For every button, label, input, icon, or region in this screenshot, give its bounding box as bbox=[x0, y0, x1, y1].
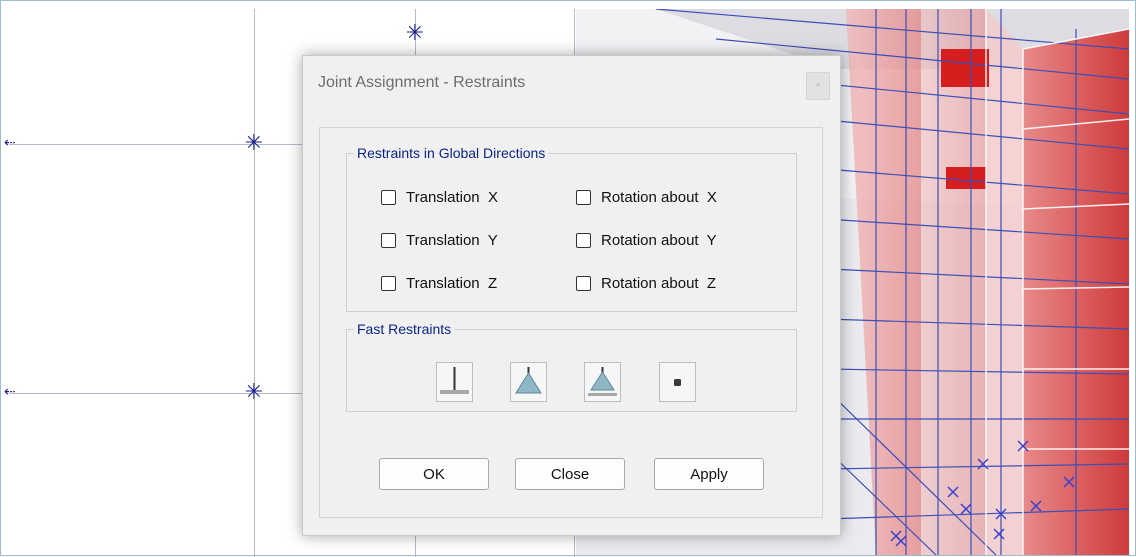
dialog-body: Restraints in Global Directions Translat… bbox=[319, 127, 823, 518]
ok-button[interactable]: OK bbox=[379, 458, 489, 490]
translation-z-option[interactable]: Translation Z bbox=[381, 275, 497, 292]
rotation-x-checkbox[interactable] bbox=[576, 190, 591, 205]
translation-z-label: Translation Z bbox=[406, 275, 498, 292]
roller-support-icon bbox=[588, 367, 617, 396]
translation-x-option[interactable]: Translation X bbox=[381, 189, 498, 206]
free-joint-icon bbox=[674, 379, 681, 386]
rotation-y-checkbox[interactable] bbox=[576, 233, 591, 248]
rotation-y-option[interactable]: Rotation about Y bbox=[576, 232, 717, 249]
free-joint-button[interactable] bbox=[659, 362, 696, 402]
rotation-z-checkbox[interactable] bbox=[576, 276, 591, 291]
rotation-y-label: Rotation about Y bbox=[601, 232, 717, 249]
rotation-x-option[interactable]: Rotation about X bbox=[576, 189, 717, 206]
translation-x-label: Translation X bbox=[406, 189, 498, 206]
joint-marker-icon[interactable]: ✳ bbox=[243, 382, 265, 404]
rotation-z-label: Rotation about Z bbox=[601, 275, 717, 292]
fast-restraints-group: Fast Restraints bbox=[346, 321, 797, 412]
restraints-dialog: Joint Assignment - Restraints ▫ Restrain… bbox=[302, 55, 841, 536]
rotation-z-option[interactable]: Rotation about Z bbox=[576, 275, 716, 292]
translation-y-option[interactable]: Translation Y bbox=[381, 232, 498, 249]
apply-button[interactable]: Apply bbox=[654, 458, 764, 490]
fixed-support-button[interactable] bbox=[436, 362, 473, 402]
translation-y-checkbox[interactable] bbox=[381, 233, 396, 248]
translation-y-label: Translation Y bbox=[406, 232, 498, 249]
translation-x-checkbox[interactable] bbox=[381, 190, 396, 205]
fixed-support-icon bbox=[440, 367, 469, 394]
roller-support-button[interactable] bbox=[584, 362, 621, 402]
joint-marker-icon[interactable]: ✳ bbox=[404, 23, 426, 45]
pinned-support-icon bbox=[515, 367, 542, 394]
rotation-x-label: Rotation about X bbox=[601, 189, 717, 206]
model-viewport: ✳ ✳ ✳ ⇠ ⇠ Joint Assignment - Restraints … bbox=[0, 0, 1136, 557]
global-restraints-legend: Restraints in Global Directions bbox=[357, 145, 546, 161]
pinned-support-button[interactable] bbox=[510, 362, 547, 402]
fast-restraints-legend: Fast Restraints bbox=[357, 321, 452, 337]
grid-line bbox=[254, 9, 255, 557]
joint-marker-icon[interactable]: ⇠ bbox=[4, 135, 16, 151]
joint-marker-icon[interactable]: ⇠ bbox=[4, 384, 16, 400]
close-button[interactable]: Close bbox=[515, 458, 625, 490]
window-menu-button[interactable]: ▫ bbox=[806, 72, 830, 100]
translation-z-checkbox[interactable] bbox=[381, 276, 396, 291]
joint-marker-icon[interactable]: ✳ bbox=[243, 133, 265, 155]
dialog-title: Joint Assignment - Restraints bbox=[318, 74, 526, 91]
